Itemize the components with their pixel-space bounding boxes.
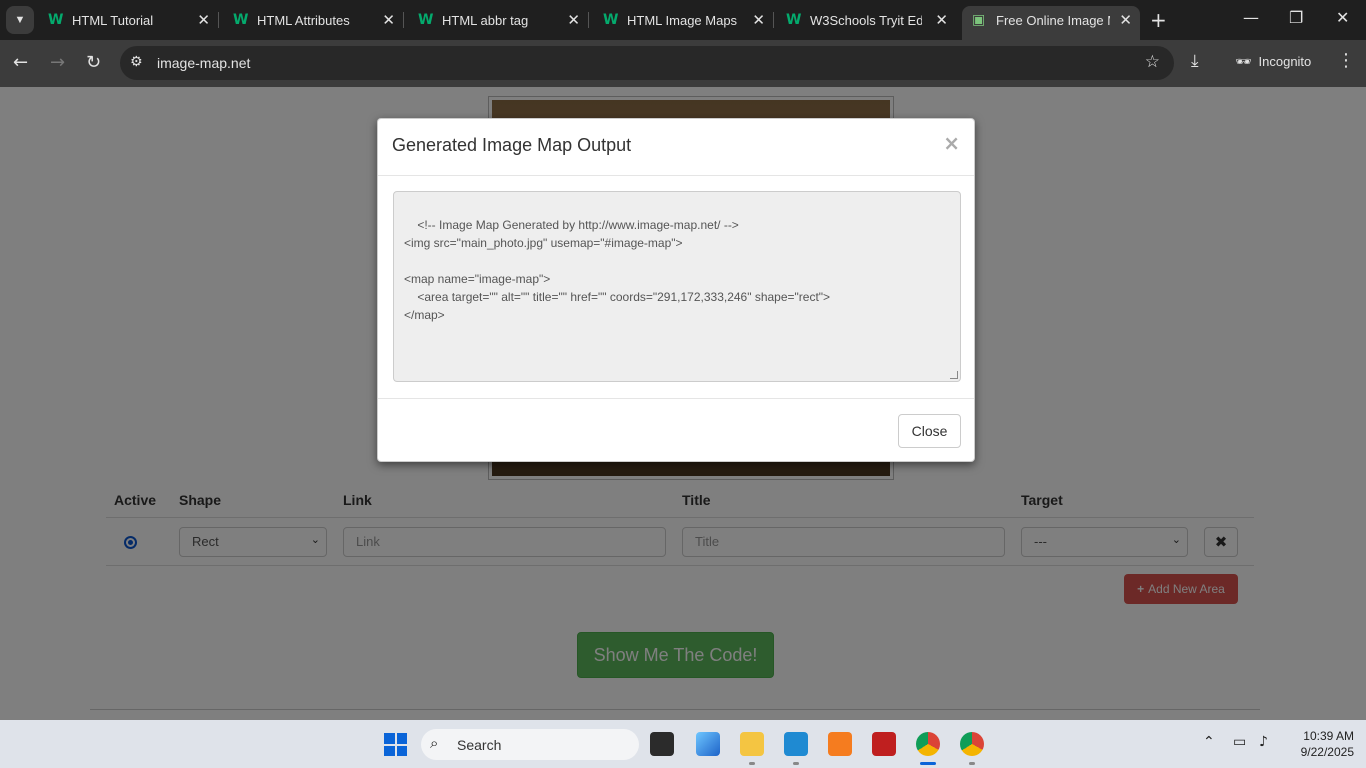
chrome-canary-icon[interactable] — [960, 732, 984, 756]
filezilla-icon[interactable] — [872, 732, 896, 756]
search-icon: ⌕ — [430, 734, 439, 752]
close-icon[interactable]: ✕ — [382, 11, 395, 29]
task-view-icon[interactable] — [650, 732, 674, 756]
close-button[interactable]: Close — [898, 414, 961, 448]
bookmark-star-icon[interactable]: ☆ — [1145, 52, 1160, 72]
menu-kebab-icon[interactable]: ⋮ — [1337, 50, 1355, 71]
tab-title: W3Schools Tryit Editor — [810, 13, 922, 28]
image-map-output-modal: Generated Image Map Output × <!-- Image … — [377, 118, 975, 462]
w3schools-icon: W — [418, 12, 434, 28]
tab-bar: ▼ W HTML Tutorial ✕ W HTML Attributes ✕ … — [0, 0, 1366, 40]
site-info-icon[interactable]: ⚙ — [130, 54, 143, 70]
code-output-text: <!-- Image Map Generated by http://www.i… — [404, 218, 831, 322]
volume-icon[interactable]: ♪ — [1259, 734, 1268, 750]
tab-html-image-maps[interactable]: W HTML Image Maps ✕ — [593, 0, 774, 40]
resize-grip-icon[interactable] — [950, 371, 958, 379]
new-tab-plus-icon[interactable]: + — [1150, 8, 1167, 32]
browser-toolbar: ← → ↻ ⚙ image-map.net ☆ — [0, 40, 1366, 87]
clock-date: 9/22/2025 — [1300, 745, 1354, 759]
tab-title: HTML abbr tag — [442, 13, 529, 28]
vscode-icon[interactable] — [784, 732, 808, 756]
restore-icon[interactable]: ❐ — [1289, 8, 1303, 27]
incognito-label: Incognito — [1258, 54, 1312, 69]
close-icon[interactable]: ✕ — [752, 11, 765, 29]
windows-start-icon[interactable] — [384, 733, 407, 756]
tab-title: HTML Image Maps — [627, 13, 738, 28]
taskbar: ⌕ Search ⌃ ▭ ♪ 10:39 AM 9/22/2025 — [0, 720, 1366, 768]
tab-w3schools-tryit[interactable]: W W3Schools Tryit Editor ✕ — [776, 0, 956, 40]
clock-time: 10:39 AM — [1303, 729, 1354, 743]
show-hidden-icons-chevron-icon[interactable]: ⌃ — [1203, 734, 1215, 750]
xampp-icon[interactable] — [828, 732, 852, 756]
power-automate-icon[interactable] — [696, 732, 720, 756]
taskbar-search-box[interactable]: ⌕ Search — [421, 729, 639, 760]
minimize-icon[interactable]: — — [1243, 8, 1259, 27]
forward-arrow-icon[interactable]: → — [50, 52, 65, 73]
w3schools-icon: W — [603, 12, 619, 28]
modal-close-x-icon[interactable]: × — [943, 131, 960, 155]
incognito-indicator[interactable]: 🕶 Incognito — [1235, 54, 1311, 70]
w3schools-icon: W — [48, 12, 64, 28]
close-icon[interactable]: ✕ — [197, 11, 210, 29]
tab-html-abbr-tag[interactable]: W HTML abbr tag ✕ — [408, 0, 589, 40]
tab-image-map-generator[interactable]: ▣ Free Online Image Map Generator ✕ — [962, 6, 1140, 40]
tab-search-chevron-icon[interactable]: ▼ — [6, 6, 34, 34]
back-arrow-icon[interactable]: ← — [13, 52, 28, 73]
clock[interactable]: 10:39 AM 9/22/2025 — [1284, 728, 1354, 760]
close-icon[interactable]: ✕ — [1119, 11, 1132, 29]
tab-html-attributes[interactable]: W HTML Attributes ✕ — [223, 0, 404, 40]
tab-title: HTML Attributes — [257, 13, 350, 28]
url-text[interactable]: image-map.net — [157, 55, 250, 71]
tab-title: Free Online Image Map Generator — [996, 13, 1110, 28]
w3schools-icon: W — [786, 12, 802, 28]
w3schools-icon: W — [233, 12, 249, 28]
close-icon[interactable]: ✕ — [567, 11, 580, 29]
reload-icon[interactable]: ↻ — [86, 52, 101, 73]
image-icon: ▣ — [972, 12, 986, 28]
file-explorer-icon[interactable] — [740, 732, 764, 756]
tab-html-tutorial[interactable]: W HTML Tutorial ✕ — [38, 0, 219, 40]
address-bar[interactable]: ⚙ image-map.net ☆ — [120, 46, 1174, 80]
code-output-textarea[interactable]: <!-- Image Map Generated by http://www.i… — [393, 191, 961, 382]
chrome-icon[interactable] — [916, 732, 940, 756]
tab-title: HTML Tutorial — [72, 13, 154, 28]
modal-title: Generated Image Map Output — [392, 135, 632, 155]
close-icon[interactable]: ✕ — [935, 11, 948, 29]
taskbar-search-label: Search — [457, 737, 502, 753]
window-close-icon[interactable]: ✕ — [1336, 8, 1349, 27]
network-icon[interactable]: ▭ — [1233, 734, 1246, 750]
incognito-icon: 🕶 — [1235, 55, 1252, 70]
download-icon[interactable]: ⤓ — [1191, 51, 1199, 71]
